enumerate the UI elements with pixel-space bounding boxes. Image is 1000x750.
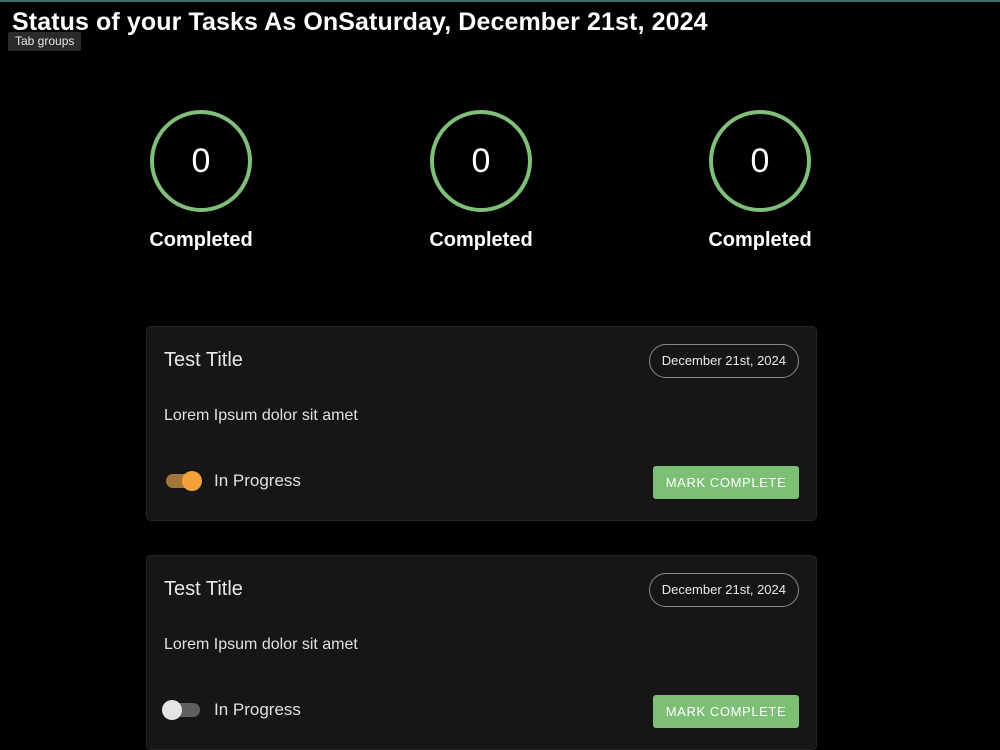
task-date-chip: December 21st, 2024 xyxy=(648,344,799,378)
in-progress-toggle[interactable] xyxy=(164,471,202,491)
toggle-thumb xyxy=(182,471,202,491)
task-title: Test Title xyxy=(164,349,243,371)
stat-completed-2: 0 Completed xyxy=(411,110,551,252)
stat-label: Completed xyxy=(149,229,253,251)
task-card: Test Title December 21st, 2024 Lorem Ips… xyxy=(146,326,817,521)
stat-ring: 0 xyxy=(709,110,811,212)
stat-completed-3: 0 Completed xyxy=(690,110,830,252)
status-label: In Progress xyxy=(214,700,301,719)
stat-ring: 0 xyxy=(150,110,252,212)
status-label: In Progress xyxy=(214,471,301,490)
mark-complete-button[interactable]: MARK COMPLETE xyxy=(653,695,799,728)
task-date-chip: December 21st, 2024 xyxy=(648,573,799,607)
task-card: Test Title December 21st, 2024 Lorem Ips… xyxy=(146,555,817,750)
task-status-row: In Progress xyxy=(164,471,301,491)
stats-section: 0 Completed 0 Completed 0 Completed xyxy=(0,110,1000,260)
stat-completed-1: 0 Completed xyxy=(131,110,271,252)
task-status-row: In Progress xyxy=(162,700,301,720)
window-top-strip xyxy=(0,0,1000,2)
page-title: Status of your Tasks As OnSaturday, Dece… xyxy=(12,8,708,36)
stat-ring: 0 xyxy=(430,110,532,212)
stat-label: Completed xyxy=(429,229,533,251)
task-title: Test Title xyxy=(164,578,243,600)
toggle-thumb xyxy=(162,700,182,720)
mark-complete-button[interactable]: MARK COMPLETE xyxy=(653,466,799,499)
in-progress-toggle[interactable] xyxy=(162,700,202,720)
task-description: Lorem Ipsum dolor sit amet xyxy=(164,636,358,653)
tab-groups-tooltip: Tab groups xyxy=(8,32,82,51)
task-description: Lorem Ipsum dolor sit amet xyxy=(164,407,358,424)
stat-label: Completed xyxy=(708,229,812,251)
